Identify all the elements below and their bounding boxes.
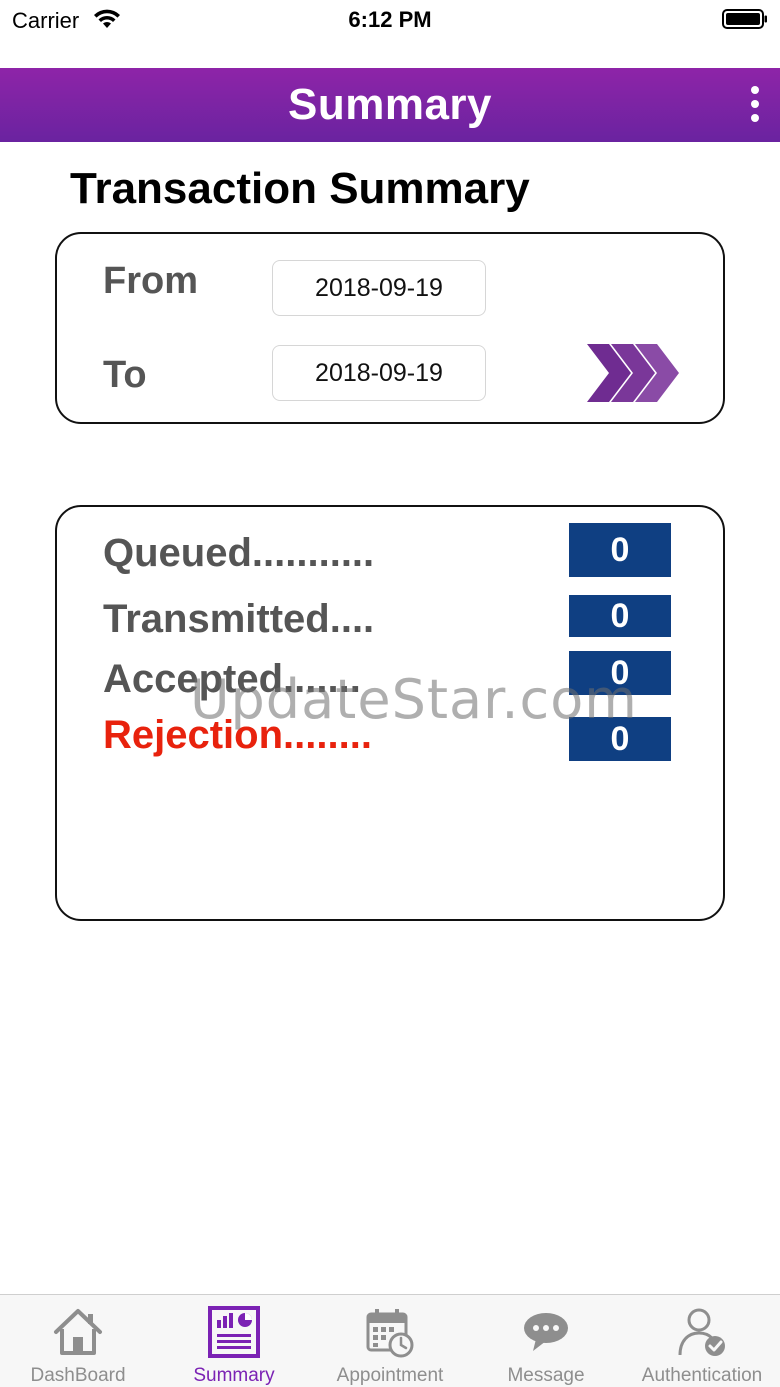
chat-bubble-icon: [524, 1313, 568, 1351]
status-bar: Carrier 6:12 PM: [0, 0, 780, 40]
from-date-input[interactable]: 2018-09-19: [272, 260, 486, 316]
to-label: To: [103, 354, 147, 396]
transmitted-count: 0: [569, 595, 671, 637]
watermark: UpdateStar.com: [190, 668, 638, 731]
more-menu-icon[interactable]: [745, 86, 765, 126]
tab-dashboard[interactable]: DashBoard: [0, 1295, 156, 1387]
header-title: Summary: [287, 80, 493, 129]
go-arrow-button[interactable]: [587, 342, 679, 404]
from-label: From: [103, 260, 198, 302]
tab-summary[interactable]: Summary: [156, 1295, 312, 1387]
battery-icon: [722, 9, 767, 29]
tab-appointment-label: Appointment: [336, 1365, 444, 1386]
queued-count: 0: [569, 523, 671, 577]
tab-message-label: Message: [507, 1365, 585, 1386]
tab-summary-label: Summary: [193, 1365, 275, 1386]
tab-dashboard-label: DashBoard: [30, 1365, 126, 1386]
page-title: Transaction Summary: [70, 164, 530, 213]
tab-authentication[interactable]: Authentication: [624, 1295, 780, 1387]
user-check-icon: [678, 1308, 725, 1356]
bottom-tab-bar: DashBoard Summary Appointment Message Au…: [0, 1294, 780, 1387]
report-icon: [208, 1306, 260, 1358]
tab-appointment[interactable]: Appointment: [312, 1295, 468, 1387]
transmitted-label: Transmitted....: [103, 597, 375, 641]
tab-authentication-label: Authentication: [641, 1365, 763, 1386]
app-header: Summary: [0, 68, 780, 142]
status-time: 6:12 PM: [348, 7, 432, 32]
tab-message[interactable]: Message: [468, 1295, 624, 1387]
queued-label: Queued...........: [103, 531, 375, 575]
date-filter-card: From 2018-09-19 To 2018-09-19: [55, 232, 725, 424]
to-date-input[interactable]: 2018-09-19: [272, 345, 486, 401]
home-icon: [54, 1309, 102, 1355]
calendar-clock-icon: [366, 1309, 414, 1358]
